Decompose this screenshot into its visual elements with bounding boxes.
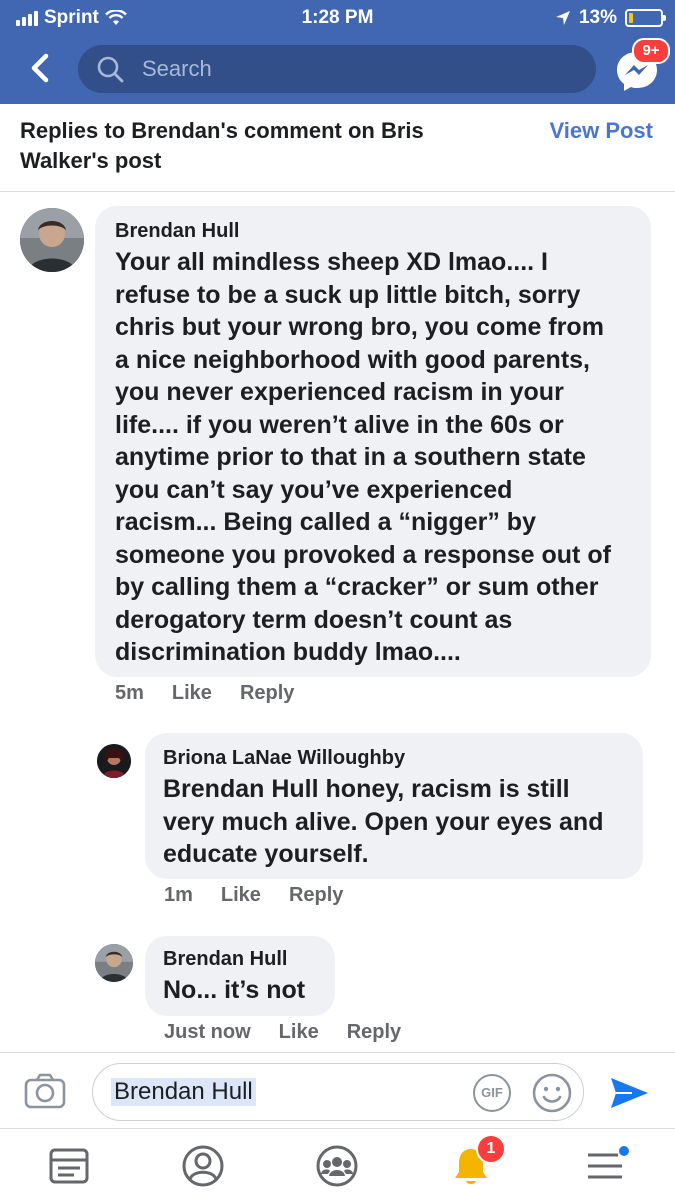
gif-button[interactable]: GIF [473,1074,511,1112]
avatar[interactable] [20,208,84,272]
comment-actions: 1m Like Reply [164,884,343,907]
replies-header: Replies to Brendan's comment on Bris Wal… [0,104,675,192]
comment-line: discrimination buddy lmao.... [115,638,461,666]
like-button[interactable]: Like [221,884,261,907]
comment-line: derogatory term doesn’t count as [115,605,513,634]
groups-icon[interactable] [312,1141,362,1191]
comment-line: No... it’s not [163,976,306,1004]
status-bar: Sprint 1:28 PM 13% [0,0,675,36]
page-title: Replies to Brendan's comment on Bris Wal… [20,118,424,173]
comment-line-text: honey, racism is still [318,775,570,803]
reply-button[interactable]: Reply [289,884,343,907]
reply-button[interactable]: Reply [240,682,294,705]
comment-line: you can’t say you’ve experienced [115,475,513,504]
comment-line: by calling them a “cracker” or sum other [115,573,599,601]
comment-bubble[interactable]: Briona LaNae Willoughby Brendan Hull hon… [145,733,643,879]
comment-line: you never experienced racism in your [115,378,564,406]
like-button[interactable]: Like [279,1021,319,1044]
comment-time: 1m [164,884,193,906]
comment-line: chris but your wrong bro, you come from [115,313,604,341]
avatar[interactable] [97,744,131,778]
reply-button[interactable]: Reply [347,1021,401,1044]
comment-text: No... it’s not [163,974,333,1007]
status-right: 13% [555,7,666,29]
battery-percent: 13% [578,7,617,28]
comment-bubble[interactable]: Brendan Hull Your all mindless sheep XD … [95,206,651,677]
search-icon [97,56,124,83]
search-input[interactable] [142,53,562,85]
location-arrow-icon [555,11,570,25]
reply-input[interactable]: Brendan Hull GIF [92,1063,584,1121]
comment-author[interactable]: Briona LaNae Willoughby [163,747,405,770]
avatar[interactable] [95,944,133,982]
profile-photo-icon [20,208,84,272]
top-bar: Sprint 1:28 PM 13% [0,0,675,104]
camera-icon[interactable] [24,1073,66,1109]
menu-icon[interactable] [580,1141,630,1191]
comment-text: Brendan Hull honey, racism is still very… [163,773,639,871]
comment-line: anytime prior to that in a southern stat… [115,443,586,471]
comment-author[interactable]: Brendan Hull [115,220,239,243]
profile-icon[interactable] [178,1141,228,1191]
comment-line: someone you provoked a response out of [115,540,611,569]
bottom-tab-bar [0,1128,675,1200]
comment-text: Your all mindless sheep XD lmao.... I re… [115,246,645,669]
profile-photo-icon [97,744,131,778]
reply-input-value[interactable]: Brendan Hull [111,1078,256,1106]
profile-photo-icon [95,944,133,982]
emoji-icon[interactable] [531,1072,573,1114]
send-icon[interactable] [608,1075,650,1111]
comment-line: Your all mindless sheep XD lmao.... I [115,248,548,276]
comment-line: refuse to be a suck up little bitch, sor… [115,280,581,309]
view-post-link[interactable]: View Post [549,116,653,146]
battery-icon [625,9,666,27]
notification-badge: 1 [476,1134,506,1164]
comment-line: a nice neighborhood with good parents, [115,345,590,374]
comment-line: Brendan Hull honey, racism is still [163,773,639,806]
back-arrow-icon[interactable] [22,48,58,88]
comment-time: 5m [115,682,144,704]
battery-fill [629,13,633,23]
comment-actions: 5m Like Reply [115,682,294,705]
comment-line: life.... if you weren’t alive in the 60s… [115,410,564,439]
comment-actions: Just now Like Reply [164,1021,401,1044]
messenger-badge: 9+ [632,38,670,64]
mention-link[interactable]: Brendan Hull [163,775,319,803]
news-feed-icon[interactable] [44,1141,94,1191]
comment-author[interactable]: Brendan Hull [163,948,287,971]
search-bar[interactable] [78,45,596,93]
comment-bubble[interactable]: Brendan Hull No... it’s not [145,936,335,1016]
comment-line: very much alive. Open your eyes and [163,807,604,836]
comment-line: educate yourself. [163,840,369,868]
comment-time: Just now [164,1021,251,1043]
comment-line: racism... Being called a “nigger” by [115,508,536,536]
like-button[interactable]: Like [172,682,212,705]
reply-composer: Brendan Hull GIF [0,1052,675,1128]
